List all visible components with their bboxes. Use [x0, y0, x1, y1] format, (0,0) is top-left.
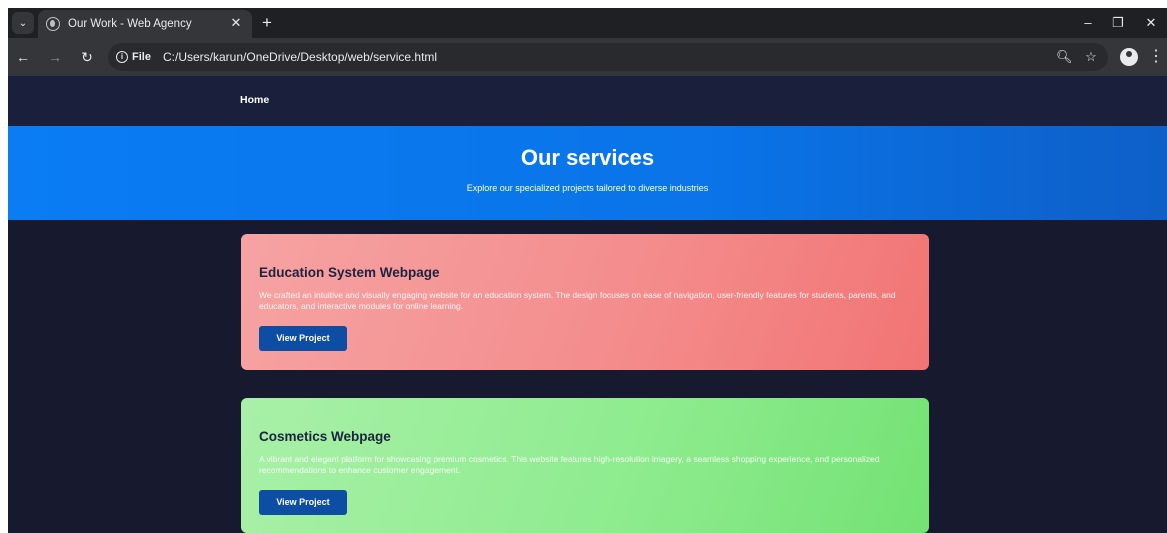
page-subtitle: Explore our specialized projects tailore…: [466, 183, 709, 193]
reload-icon[interactable]: ↻: [78, 48, 96, 66]
site-info-chip[interactable]: i File: [116, 49, 151, 65]
browser-toolbar: ← → ↻ i File C:/Users/karun/OneDrive/Des…: [8, 38, 1167, 76]
arrow-right-icon[interactable]: →: [46, 48, 64, 66]
tab-search-icon[interactable]: ⌄: [12, 12, 34, 34]
view-project-button[interactable]: View Project: [259, 490, 347, 515]
zoom-icon[interactable]: 🔍︎: [1056, 49, 1073, 65]
globe-icon: [46, 17, 60, 31]
card-description: We crafted an intuitive and visually eng…: [259, 290, 896, 311]
star-icon[interactable]: ☆: [1083, 49, 1099, 65]
view-project-button[interactable]: View Project: [259, 326, 347, 351]
tab-title: Our Work - Web Agency: [68, 18, 192, 30]
card-title: Education System Webpage: [259, 265, 440, 280]
profile-icon[interactable]: [1120, 48, 1138, 66]
page-title: Our services: [520, 145, 655, 170]
info-icon: i: [116, 51, 128, 63]
project-card-education: Education System Webpage We crafted an i…: [241, 234, 929, 370]
restore-icon[interactable]: ❐: [1108, 14, 1128, 32]
hero-banner: Our services Explore our specialized pro…: [8, 126, 1167, 220]
card-description: A vibrant and elegant platform for showc…: [259, 454, 880, 475]
close-window-icon[interactable]: ✕: [1141, 14, 1161, 32]
card-title: Cosmetics Webpage: [259, 429, 391, 444]
tab-active[interactable]: Our Work - Web Agency ✕: [38, 10, 252, 38]
project-card-cosmetics: Cosmetics Webpage A vibrant and elegant …: [241, 398, 929, 533]
tab-strip: ⌄ Our Work - Web Agency ✕ + – ❐ ✕: [8, 8, 1167, 38]
minimize-icon[interactable]: –: [1078, 14, 1098, 32]
kebab-menu-icon[interactable]: ⋮: [1148, 47, 1164, 67]
close-tab-icon[interactable]: ✕: [228, 15, 244, 31]
url-text[interactable]: C:/Users/karun/OneDrive/Desktop/web/serv…: [163, 50, 437, 64]
page-content: Home Our services Explore our specialize…: [8, 76, 1167, 533]
arrow-left-icon[interactable]: ←: [14, 48, 32, 66]
new-tab-icon[interactable]: +: [258, 14, 276, 32]
site-chip-label: File: [132, 51, 151, 63]
site-navbar: Home: [8, 76, 1167, 126]
nav-link-home[interactable]: Home: [240, 94, 269, 106]
address-bar[interactable]: i File C:/Users/karun/OneDrive/Desktop/w…: [108, 43, 1108, 71]
browser-window: ⌄ Our Work - Web Agency ✕ + – ❐ ✕ ← → ↻ …: [8, 8, 1167, 533]
